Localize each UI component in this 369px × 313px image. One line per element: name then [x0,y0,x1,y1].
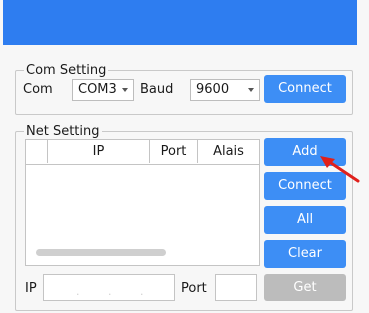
com-port-select[interactable]: COM3 [72,79,134,101]
red-arrow-icon [320,156,360,183]
chevron-down-icon [122,88,128,92]
settings-panel: Com Setting Com COM3 Baud 9600 Connect N… [3,45,357,311]
ip-label: IP [25,281,37,296]
ip-separator-dot: . [108,285,112,298]
com-connect-button[interactable]: Connect [264,75,346,103]
get-button[interactable]: Get [264,274,346,301]
column-header-alias[interactable]: Alais [198,140,259,163]
com-port-value: COM3 [78,82,117,97]
com-label: Com [23,82,53,97]
baud-label: Baud [140,82,174,97]
baud-rate-value: 9600 [196,82,230,97]
ip-address-input[interactable]: . . . [43,274,175,301]
all-button[interactable]: All [264,206,346,234]
net-setting-title: Net Setting [26,124,100,139]
baud-rate-select[interactable]: 9600 [190,79,260,101]
com-setting-title: Com Setting [26,63,107,78]
chevron-down-icon [248,88,254,92]
ip-separator-dot: . [140,285,144,298]
column-header-select[interactable] [26,140,48,163]
clear-button[interactable]: Clear [264,240,346,268]
app-window: Com Setting Com COM3 Baud 9600 Connect N… [0,0,369,313]
horizontal-scrollbar[interactable] [36,249,166,256]
table-header: IP Port Alais [26,140,259,165]
title-bar [3,0,357,45]
column-header-ip[interactable]: IP [48,140,150,163]
port-label: Port [181,281,207,296]
ip-separator-dot: . [76,285,80,298]
port-input[interactable] [215,274,257,301]
connections-table[interactable]: IP Port Alais [25,139,260,266]
column-header-port[interactable]: Port [150,140,198,163]
